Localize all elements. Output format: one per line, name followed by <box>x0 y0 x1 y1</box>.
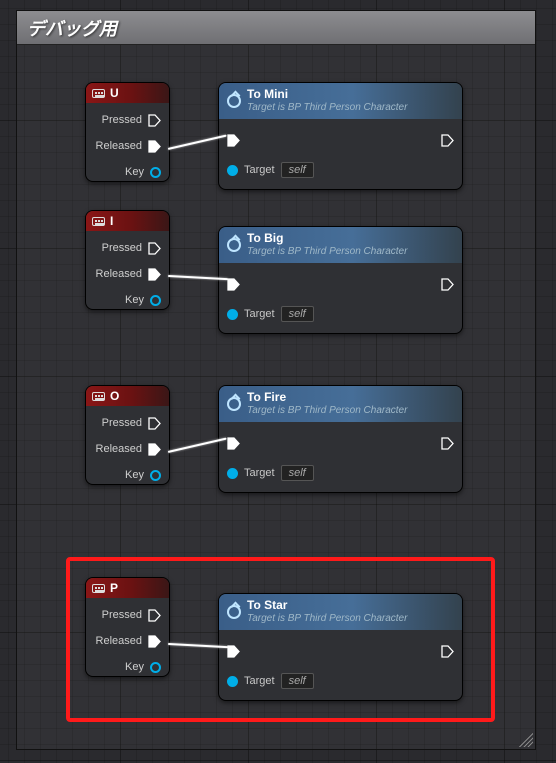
pin-label: Pressed <box>102 242 142 254</box>
exec-out-pin[interactable] <box>148 114 161 127</box>
input-node-body: Pressed Released Key <box>86 103 169 189</box>
func-node-to-big[interactable]: To Big Target is BP Third Person Charact… <box>218 226 463 334</box>
target-in-pin[interactable] <box>227 309 238 320</box>
input-node-i[interactable]: I Pressed Released Key <box>85 210 170 310</box>
target-label: Target <box>244 164 275 176</box>
target-value[interactable]: self <box>281 162 314 178</box>
exec-out-pin[interactable] <box>148 242 161 255</box>
pin-label: Released <box>96 268 142 280</box>
func-title: To Star <box>247 599 407 613</box>
exec-out-pin[interactable] <box>441 278 454 291</box>
pin-label: Key <box>125 166 144 178</box>
func-title: To Fire <box>247 391 407 405</box>
func-node-to-mini[interactable]: To Mini Target is BP Third Person Charac… <box>218 82 463 190</box>
pin-row-key: Key <box>86 159 165 185</box>
func-node-to-star[interactable]: To Star Target is BP Third Person Charac… <box>218 593 463 701</box>
pin-row-pressed: Pressed <box>86 107 165 133</box>
input-node-body: Pressed Released Key <box>86 231 169 317</box>
exec-out-pin[interactable] <box>441 645 454 658</box>
input-node-header[interactable]: O <box>86 386 169 406</box>
keyboard-icon <box>92 392 105 401</box>
keyboard-icon <box>92 217 105 226</box>
exec-out-pin[interactable] <box>441 437 454 450</box>
data-out-pin[interactable] <box>150 662 161 673</box>
input-key-label: I <box>110 214 113 228</box>
func-node-header[interactable]: To Fire Target is BP Third Person Charac… <box>219 386 462 422</box>
exec-in-pin[interactable] <box>227 278 240 291</box>
pin-label: Pressed <box>102 417 142 429</box>
target-in-pin[interactable] <box>227 468 238 479</box>
input-node-header[interactable]: I <box>86 211 169 231</box>
func-node-header[interactable]: To Star Target is BP Third Person Charac… <box>219 594 462 630</box>
pin-label: Key <box>125 469 144 481</box>
target-label: Target <box>244 675 275 687</box>
pin-label: Key <box>125 294 144 306</box>
pin-label: Key <box>125 661 144 673</box>
keyboard-icon <box>92 89 105 98</box>
input-node-p[interactable]: P Pressed Released Key <box>85 577 170 677</box>
exec-out-pin[interactable] <box>441 134 454 147</box>
func-node-header[interactable]: To Mini Target is BP Third Person Charac… <box>219 83 462 119</box>
target-in-pin[interactable] <box>227 165 238 176</box>
target-label: Target <box>244 308 275 320</box>
exec-out-pin[interactable] <box>148 443 161 456</box>
exec-row <box>227 125 454 155</box>
target-value[interactable]: self <box>281 465 314 481</box>
exec-in-pin[interactable] <box>227 437 240 450</box>
exec-in-pin[interactable] <box>227 134 240 147</box>
pin-label: Released <box>96 635 142 647</box>
func-title: To Mini <box>247 88 407 102</box>
exec-in-pin[interactable] <box>227 645 240 658</box>
target-value[interactable]: self <box>281 673 314 689</box>
pin-label: Released <box>96 140 142 152</box>
input-node-u[interactable]: U Pressed Released Key <box>85 82 170 182</box>
func-subtitle: Target is BP Third Person Character <box>247 102 407 114</box>
exec-out-pin[interactable] <box>148 268 161 281</box>
pin-row-released: Released <box>86 133 165 159</box>
func-node-to-fire[interactable]: To Fire Target is BP Third Person Charac… <box>218 385 463 493</box>
keyboard-icon <box>92 584 105 593</box>
function-icon <box>227 605 241 619</box>
func-node-header[interactable]: To Big Target is BP Third Person Charact… <box>219 227 462 263</box>
input-node-o[interactable]: O Pressed Released Key <box>85 385 170 485</box>
data-out-pin[interactable] <box>150 167 161 178</box>
data-out-pin[interactable] <box>150 470 161 481</box>
resize-grip-icon[interactable] <box>519 733 533 747</box>
func-subtitle: Target is BP Third Person Character <box>247 246 407 258</box>
pin-label: Pressed <box>102 114 142 126</box>
func-node-body: Target self <box>219 119 462 189</box>
function-icon <box>227 94 241 108</box>
pin-label: Released <box>96 443 142 455</box>
exec-out-pin[interactable] <box>148 417 161 430</box>
func-title: To Big <box>247 232 407 246</box>
target-value[interactable]: self <box>281 306 314 322</box>
func-subtitle: Target is BP Third Person Character <box>247 405 407 417</box>
function-icon <box>227 397 241 411</box>
func-titles: To Mini Target is BP Third Person Charac… <box>247 88 407 113</box>
input-node-header[interactable]: P <box>86 578 169 598</box>
target-row: Target self <box>227 155 454 185</box>
input-node-header[interactable]: U <box>86 83 169 103</box>
exec-out-pin[interactable] <box>148 609 161 622</box>
data-out-pin[interactable] <box>150 295 161 306</box>
target-label: Target <box>244 467 275 479</box>
pin-label: Pressed <box>102 609 142 621</box>
input-key-label: P <box>110 581 118 595</box>
target-in-pin[interactable] <box>227 676 238 687</box>
func-subtitle: Target is BP Third Person Character <box>247 613 407 625</box>
input-key-label: U <box>110 86 119 100</box>
comment-title[interactable]: デバッグ用 <box>17 11 535 45</box>
exec-out-pin[interactable] <box>148 635 161 648</box>
input-key-label: O <box>110 389 119 403</box>
function-icon <box>227 238 241 252</box>
exec-out-pin[interactable] <box>148 140 161 153</box>
